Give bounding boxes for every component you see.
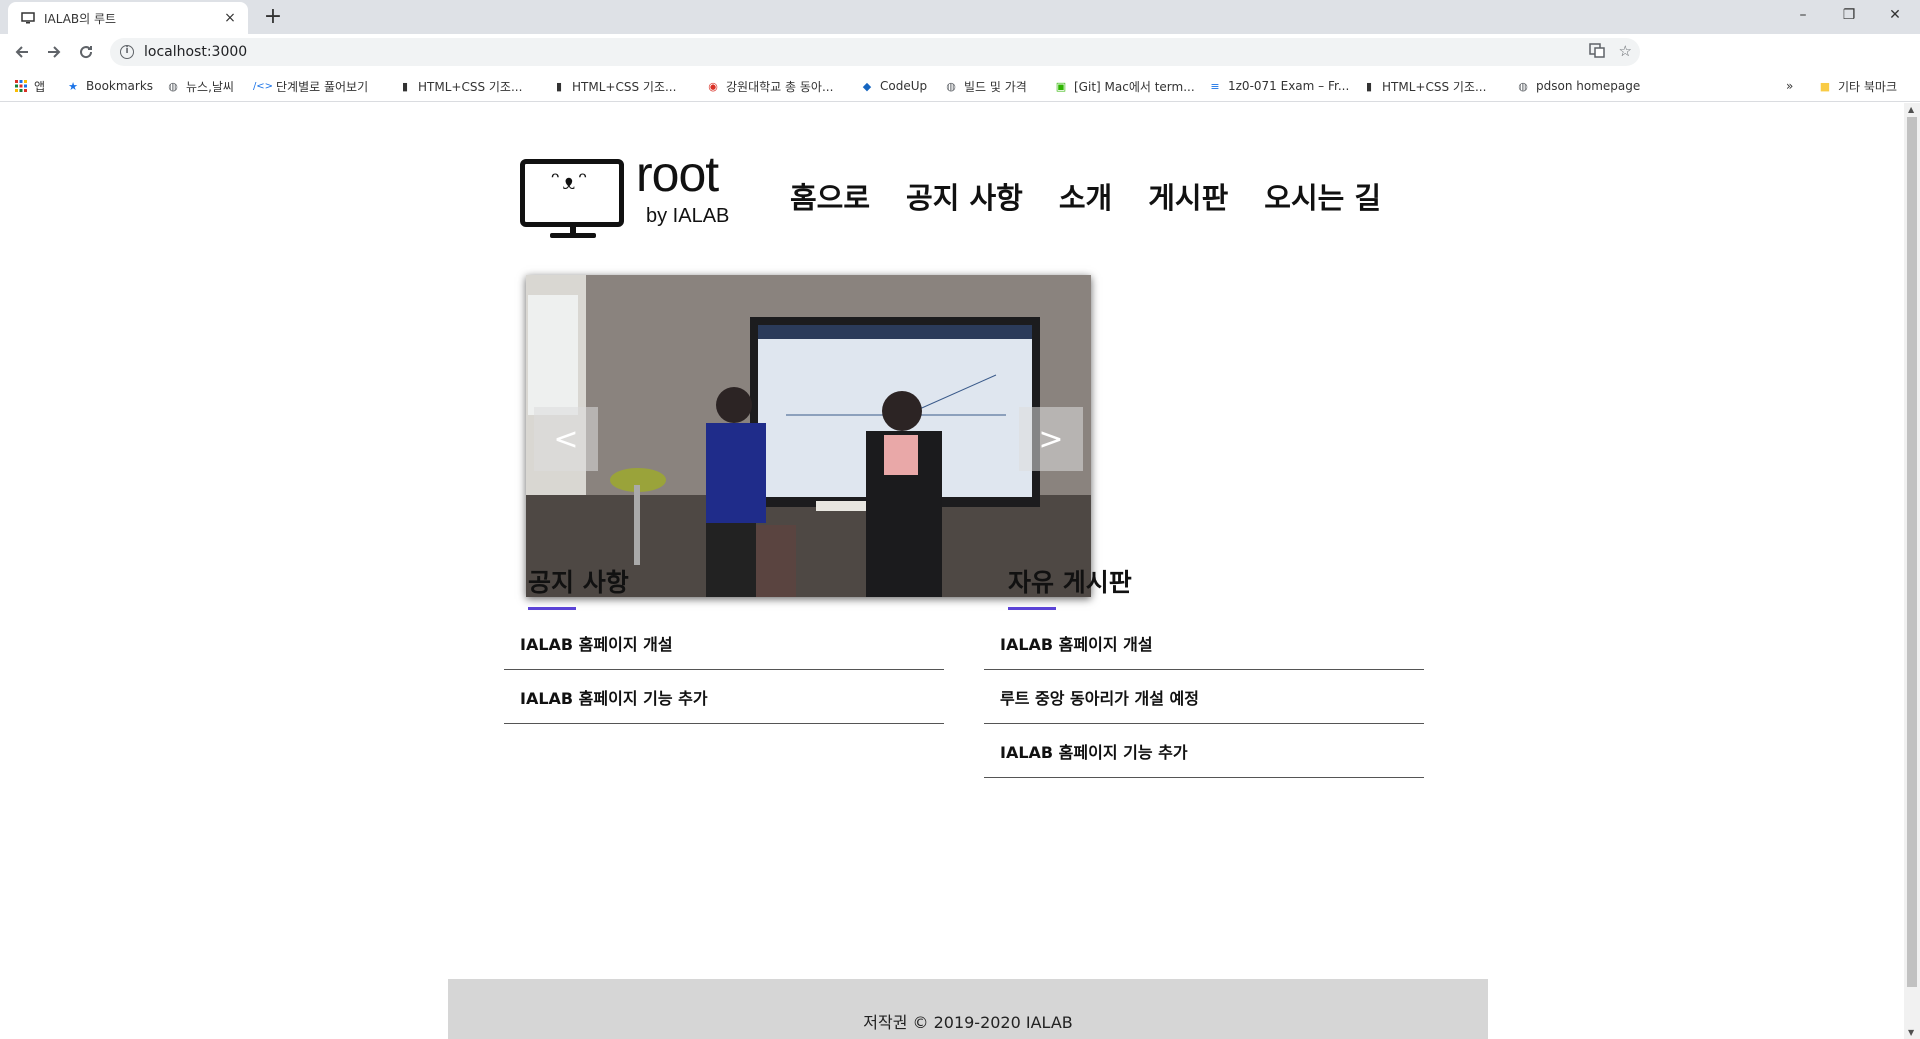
list-item[interactable]: IALAB 홈페이지 개설 [504, 616, 944, 670]
notice-list: IALAB 홈페이지 개설 IALAB 홈페이지 기능 추가 [504, 616, 944, 724]
list-icon: ≡ [1210, 79, 1220, 93]
circle-logo-icon: ◉ [708, 79, 718, 93]
nav-about[interactable]: 소개 [1059, 175, 1112, 217]
bookmark-codeup[interactable]: ◆ CodeUp [860, 76, 927, 96]
browser-tab[interactable]: IALAB의 루트 × [8, 2, 248, 34]
bookmark-steps[interactable]: /<> 단계별로 풀어보기 [252, 76, 368, 96]
title-underline [1008, 607, 1056, 610]
bookmark-git-mac[interactable]: ▣ [Git] Mac에서 term... [1054, 76, 1195, 96]
page-icon: ▮ [1365, 79, 1373, 93]
bookmark-exam[interactable]: ≡ 1z0-071 Exam – Fr... [1208, 76, 1349, 96]
address-bar[interactable]: i localhost:3000 ☆ [110, 38, 1640, 66]
site-favicon-icon [20, 10, 36, 26]
blog-icon: ▣ [1055, 79, 1067, 93]
apps-grid-icon [14, 79, 28, 93]
scroll-down-icon[interactable]: ▼ [1908, 1028, 1914, 1037]
scroll-up-icon[interactable]: ▲ [1908, 105, 1914, 114]
bookmark-pdson[interactable]: ◍ pdson homepage [1516, 76, 1640, 96]
new-tab-button[interactable]: + [260, 5, 286, 31]
globe-icon: ◍ [946, 79, 956, 93]
folder-icon: ■ [1819, 79, 1831, 93]
tab-strip: IALAB의 루트 × + – ❐ ✕ [0, 0, 1920, 34]
bookmark-html-css-2[interactable]: ▮ HTML+CSS 기조... [552, 76, 676, 96]
bookmarks-overflow-button[interactable]: » [1786, 76, 1793, 96]
main-nav: 홈으로 공지 사항 소개 게시판 오시는 길 [790, 175, 1381, 217]
bookmark-star-icon[interactable]: ☆ [1619, 42, 1632, 62]
other-bookmarks-folder[interactable]: ■ 기타 북마크 [1818, 76, 1897, 96]
browser-toolbar: i localhost:3000 ☆ ex I ▭ A S ▣ ● ⋮ [0, 34, 1920, 94]
page-icon: ▮ [555, 79, 563, 93]
tab-title: IALAB의 루트 [44, 11, 117, 26]
globe-icon: ◍ [1518, 79, 1528, 93]
bookmark-html-css-1[interactable]: ▮ HTML+CSS 기조... [398, 76, 522, 96]
restore-button[interactable]: ❐ [1826, 0, 1872, 30]
free-board-title: 자유 게시판 [1008, 568, 1132, 597]
page-icon: ▮ [401, 79, 409, 93]
list-item[interactable]: IALAB 홈페이지 기능 추가 [504, 670, 944, 724]
site-footer: 저작권 © 2019-2020 IALAB [448, 979, 1488, 1039]
code-icon: /<> [252, 80, 274, 92]
bookmarks-bar: 앱 ★ Bookmarks ◍ 뉴스,날씨 /<> 단계별로 풀어보기 ▮ HT… [0, 70, 1920, 102]
slide-photo [526, 275, 1091, 597]
list-item[interactable]: 루트 중앙 동아리가 개설 예정 [984, 670, 1424, 724]
reload-icon[interactable] [70, 36, 102, 68]
bookmark-kangwon-univ[interactable]: ◉ 강원대학교 총 동아... [706, 76, 833, 96]
codeup-icon: ◆ [862, 79, 872, 93]
bookmark-bookmarks[interactable]: ★ Bookmarks [66, 76, 153, 96]
image-slider: < > [526, 275, 1091, 597]
list-item[interactable]: IALAB 홈페이지 개설 [984, 616, 1424, 670]
star-icon: ★ [68, 79, 78, 93]
free-board: 자유 게시판 IALAB 홈페이지 개설 루트 중앙 동아리가 개설 예정 IA… [984, 553, 1424, 778]
logo-face: ᵔᴥᵔ [548, 167, 590, 195]
copyright-text: 저작권 © 2019-2020 IALAB [863, 1013, 1073, 1032]
notice-board: 공지 사항 IALAB 홈페이지 개설 IALAB 홈페이지 기능 추가 [504, 553, 944, 724]
bookmark-apps[interactable]: 앱 [14, 76, 45, 96]
back-arrow-icon[interactable] [6, 36, 38, 68]
site-logo[interactable]: ᵔᴥᵔ root by IALAB [520, 146, 750, 243]
globe-icon: ◍ [168, 79, 178, 93]
free-board-list: IALAB 홈페이지 개설 루트 중앙 동아리가 개설 예정 IALAB 홈페이… [984, 616, 1424, 778]
forward-arrow-icon[interactable] [38, 36, 70, 68]
tab-close-icon[interactable]: × [222, 10, 238, 26]
title-underline [528, 607, 576, 610]
logo-wordmark: root [636, 146, 719, 202]
nav-notice[interactable]: 공지 사항 [906, 175, 1023, 217]
page-scrollbar[interactable]: ▲ ▼ [1904, 103, 1920, 1039]
page-viewport: ᵔᴥᵔ root by IALAB 홈으로 공지 사항 소개 게시판 오시는 길 [0, 103, 1904, 1039]
window-close-button[interactable]: ✕ [1872, 0, 1918, 30]
bookmark-build-price[interactable]: ◍ 빌드 및 가격 [944, 76, 1027, 96]
list-item[interactable]: IALAB 홈페이지 기능 추가 [984, 724, 1424, 778]
nav-home[interactable]: 홈으로 [790, 175, 870, 217]
slider-next-button[interactable]: > [1019, 407, 1083, 471]
nav-board[interactable]: 게시판 [1148, 175, 1228, 217]
scrollbar-thumb[interactable] [1907, 117, 1917, 987]
bookmark-html-css-3[interactable]: ▮ HTML+CSS 기조... [1362, 76, 1486, 96]
slider-prev-button[interactable]: < [534, 407, 598, 471]
site-info-icon[interactable]: i [120, 45, 134, 59]
url-text: localhost:3000 [144, 44, 248, 60]
minimize-button[interactable]: – [1780, 0, 1826, 30]
bookmark-news[interactable]: ◍ 뉴스,날씨 [166, 76, 234, 96]
nav-directions[interactable]: 오시는 길 [1264, 175, 1381, 217]
logo-subtitle: by IALAB [646, 205, 730, 227]
translate-icon[interactable] [1588, 42, 1605, 62]
notice-board-title: 공지 사항 [528, 568, 629, 597]
